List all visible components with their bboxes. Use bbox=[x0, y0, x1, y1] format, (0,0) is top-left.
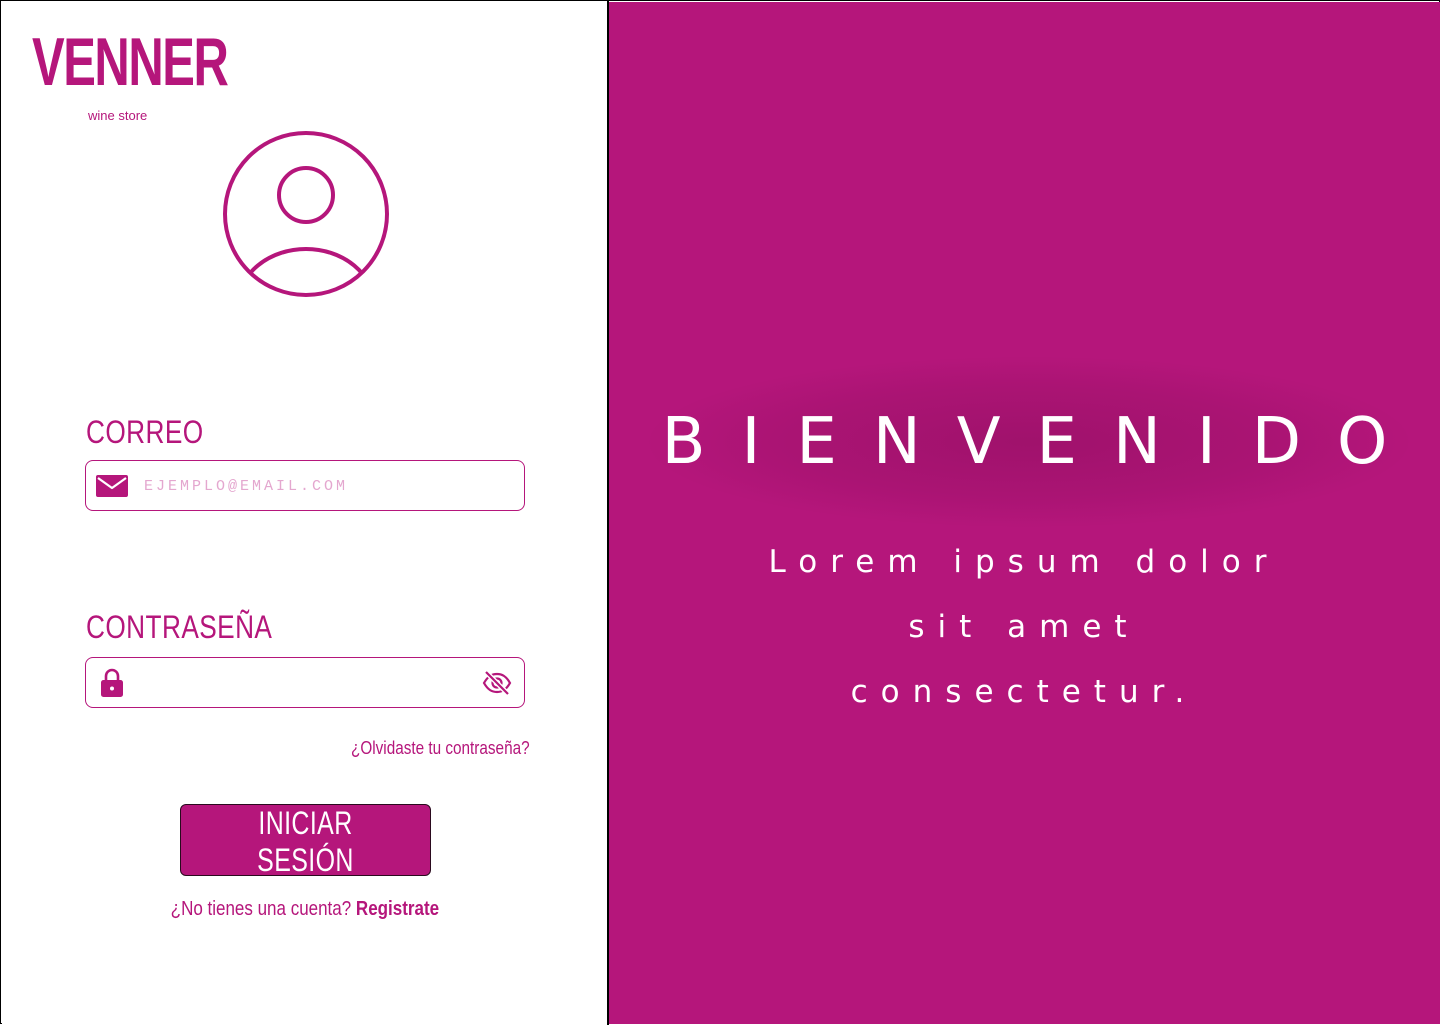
login-panel: VENNER wine store CORREO CONTRASEÑA bbox=[2, 2, 607, 1024]
signup-row: ¿No tienes una cuenta? Registrate bbox=[2, 898, 607, 921]
welcome-title: BIENVENIDO bbox=[661, 405, 1424, 479]
login-button[interactable]: INICIAR SESIÓN bbox=[180, 804, 431, 878]
password-field-container bbox=[85, 657, 525, 708]
password-input[interactable] bbox=[142, 666, 486, 700]
login-button-label: INICIAR SESIÓN bbox=[257, 805, 354, 878]
password-label: CONTRASEÑA bbox=[86, 609, 273, 645]
welcome-message: Lorem ipsum dolor sit amet consectetur. bbox=[768, 544, 1280, 710]
email-label: CORREO bbox=[86, 414, 204, 450]
brand-logo: VENNER bbox=[32, 24, 229, 100]
app-window: VENNER wine store CORREO CONTRASEÑA bbox=[0, 0, 1440, 1025]
email-field-container bbox=[85, 460, 525, 511]
signup-link[interactable]: Registrate bbox=[356, 898, 439, 920]
eye-off-icon[interactable] bbox=[482, 669, 512, 697]
brand-tagline: wine store bbox=[88, 108, 148, 123]
signup-prompt: ¿No tienes una cuenta? bbox=[170, 898, 351, 920]
forgot-password-link[interactable]: ¿Olvidaste tu contraseña? bbox=[351, 738, 530, 759]
user-circle-icon bbox=[223, 131, 389, 297]
welcome-panel: BIENVENIDO Lorem ipsum dolor sit amet co… bbox=[609, 2, 1440, 1024]
lock-icon bbox=[101, 668, 123, 697]
envelope-icon bbox=[96, 475, 128, 497]
email-input[interactable] bbox=[142, 469, 486, 503]
